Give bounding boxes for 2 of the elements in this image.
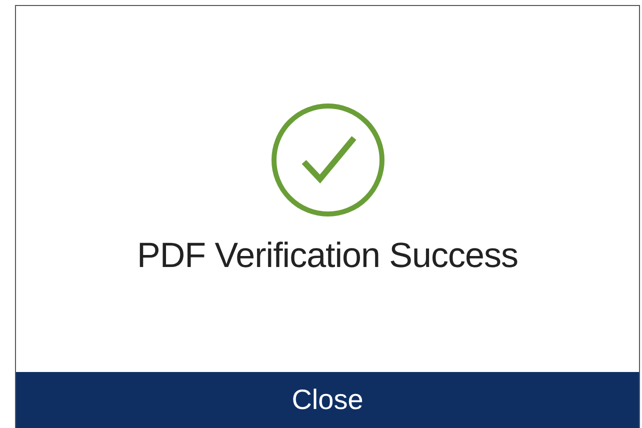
dialog-message: PDF Verification Success — [137, 236, 518, 276]
close-button[interactable]: Close — [16, 372, 639, 428]
